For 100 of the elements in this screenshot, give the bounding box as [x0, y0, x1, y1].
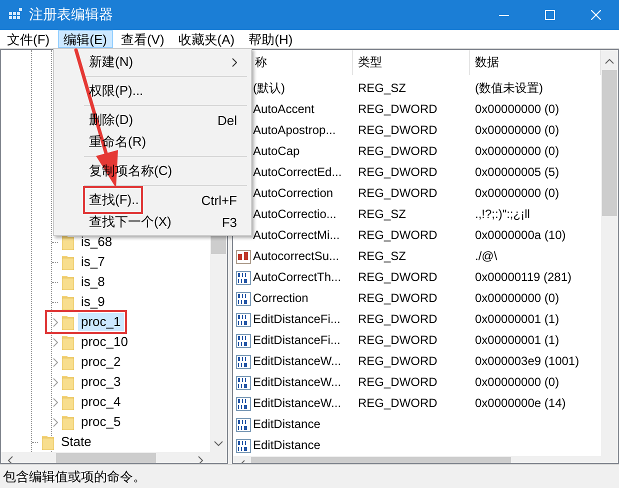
table-cell-text: REG_DWORD — [357, 164, 438, 181]
table-cell-text: 0x00000000 (0) — [474, 374, 560, 391]
table-cell-text: AutoCap — [253, 143, 300, 160]
tree-item[interactable]: is_7 — [78, 253, 108, 271]
folder-icon — [62, 374, 74, 390]
table-cell-text: EditDistanceW... — [253, 374, 342, 391]
table-cell-text: REG_DWORD — [357, 374, 438, 391]
scroll-right-icon[interactable] — [198, 456, 204, 463]
menu-item[interactable]: 查找(F).. Ctrl+F — [56, 189, 249, 211]
table-cell-text: EditDistanceW... — [253, 353, 342, 370]
table-cell-text: REG_SZ — [357, 80, 408, 97]
folder-icon — [62, 354, 74, 370]
table-cell-text: 0x00000119 (281) — [474, 269, 573, 286]
menu-item[interactable]: 帮助(H) — [242, 30, 299, 48]
binary-value-icon — [236, 418, 251, 432]
table-cell-text: EditDistanceW... — [253, 395, 342, 412]
table-cell-text: 0x00000000 (0) — [474, 143, 560, 160]
binary-value-icon — [236, 334, 251, 348]
table-cell-text: REG_DWORD — [357, 101, 438, 118]
maximize-icon — [545, 10, 555, 20]
table-cell-text: .,!?;:)":;¿¡ll — [474, 206, 531, 223]
binary-value-icon — [236, 312, 251, 326]
table-cell-text: EditDistanceFi... — [253, 311, 340, 328]
tree-item[interactable]: proc_3 — [78, 373, 124, 391]
table-cell-text: 0x00000001 (1) — [474, 311, 560, 328]
table-cell-text: REG_DWORD — [357, 122, 438, 139]
table-cell-text: REG_DWORD — [357, 290, 438, 307]
table-cell-text: REG_DWORD — [357, 395, 438, 412]
table-cell-text: REG_SZ — [357, 206, 408, 223]
folder-icon — [62, 234, 74, 250]
table-cell-text: REG_DWORD — [357, 143, 438, 160]
table-cell-text: EditDistance — [253, 437, 320, 454]
folder-icon — [42, 434, 54, 450]
menu-item[interactable]: 查找下一个(X) F3 — [56, 211, 249, 233]
table-cell-text: REG_DWORD — [357, 311, 438, 328]
scrollbar-thumb[interactable] — [602, 70, 617, 216]
table-cell-text: REG_DWORD — [357, 269, 438, 286]
table-cell-text: 0x000003e9 (1001) — [474, 353, 580, 370]
table-cell-text: ./@\ — [474, 248, 498, 265]
binary-value-icon — [236, 396, 251, 410]
table-cell-text: REG_DWORD — [357, 332, 438, 349]
tree-item[interactable]: proc_2 — [78, 353, 124, 371]
table-cell-text: AutoAccent — [253, 101, 314, 118]
tree-item[interactable]: proc_5 — [78, 413, 124, 431]
folder-icon — [62, 294, 74, 310]
tree-item[interactable]: State — [58, 433, 94, 451]
tree-item[interactable]: proc_4 — [78, 393, 124, 411]
menu-item[interactable]: 编辑(E) — [58, 30, 113, 48]
folder-icon — [62, 274, 74, 290]
string-value-icon — [236, 250, 251, 264]
table-cell-text: AutoApostrop... — [253, 122, 336, 139]
binary-value-icon — [236, 376, 251, 390]
minimize-icon — [499, 14, 509, 16]
table-cell-text: (数值未设置) — [474, 80, 544, 97]
table-cell-text: REG_SZ — [357, 248, 408, 265]
scroll-left-icon[interactable] — [7, 456, 13, 463]
table-cell-text: (默认) — [253, 80, 285, 97]
folder-icon — [62, 334, 74, 350]
folder-icon — [62, 314, 74, 330]
table-cell-text: 0x00000000 (0) — [474, 185, 560, 202]
folder-icon — [62, 414, 74, 430]
table-cell-text: REG_DWORD — [357, 185, 438, 202]
vertical-scrollbar[interactable] — [601, 50, 618, 456]
menu-item[interactable]: 收藏夹(A) — [172, 30, 241, 48]
window-title: 注册表编辑器 — [29, 6, 113, 24]
table-cell-text: 0x00000000 (0) — [474, 101, 560, 118]
binary-value-icon — [236, 354, 251, 368]
table-cell-text: Correction — [253, 290, 308, 307]
tree-item[interactable]: is_9 — [78, 293, 108, 311]
table-cell-text: REG_DWORD — [357, 353, 438, 370]
table-cell-text: AutoCorrectTh... — [253, 269, 342, 286]
table-cell-text: AutocorrectSu... — [253, 248, 340, 265]
table-cell-text: EditDistance — [253, 416, 320, 433]
table-cell-text: 0x0000000a (10) — [474, 227, 567, 244]
table-cell-text: AutoCorrectio... — [253, 206, 336, 223]
table-cell-text: EditDistanceFi... — [253, 332, 340, 349]
binary-value-icon — [236, 292, 251, 306]
folder-icon — [62, 394, 74, 410]
app-icon — [9, 8, 23, 22]
folder-icon — [62, 254, 74, 270]
close-icon — [591, 10, 601, 20]
tree-item[interactable]: is_8 — [78, 273, 108, 291]
table-cell-text: 0x0000000e (14) — [474, 395, 567, 412]
column-header[interactable]: 类型 — [353, 50, 470, 75]
status-text: 包含编辑值或项的命令。 — [3, 468, 146, 486]
table-cell-text: AutoCorrectEd... — [253, 164, 342, 181]
scroll-up-icon[interactable] — [605, 58, 614, 64]
menu-item[interactable]: 权限(P)... — [56, 80, 249, 102]
binary-value-icon — [236, 270, 251, 284]
menu-item[interactable]: 文件(F) — [1, 30, 56, 48]
scroll-down-icon[interactable] — [214, 441, 223, 447]
table-cell-text: 0x00000000 (0) — [474, 122, 560, 139]
tree-item[interactable]: proc_1 — [78, 313, 124, 331]
table-cell-text: AutoCorrectMi... — [253, 227, 340, 244]
tree-item[interactable]: is_68 — [78, 233, 116, 251]
table-cell-text: AutoCorrection — [253, 185, 334, 202]
tree-item[interactable]: proc_10 — [78, 333, 131, 351]
table-cell-text: REG_DWORD — [357, 227, 438, 244]
menu-item[interactable]: 查看(V) — [114, 30, 170, 48]
binary-value-icon — [236, 438, 251, 452]
